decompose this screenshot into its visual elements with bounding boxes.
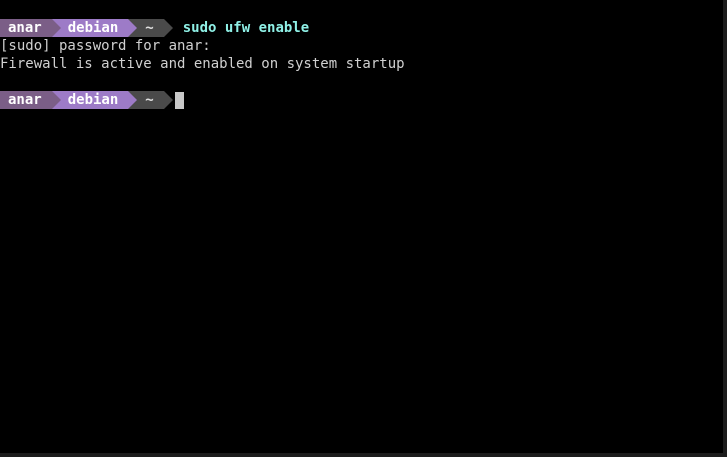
text-cursor[interactable]	[174, 91, 184, 109]
prompt-line-2: anar debian ~	[0, 91, 184, 109]
prompt-host-segment: debian	[51, 91, 137, 109]
command-text: sudo ufw enable	[182, 20, 310, 36]
prompt-host-segment: debian	[51, 19, 137, 37]
prompt-user-segment: anar	[0, 91, 61, 109]
terminal-window[interactable]: anar debian ~ sudo ufw enable [sudo] pas…	[0, 0, 723, 453]
window-right-edge	[723, 0, 727, 457]
window-bottom-edge	[0, 453, 727, 457]
output-line-1: [sudo] password for anar:	[0, 38, 211, 54]
prompt-line-1: anar debian ~ sudo ufw enable	[0, 19, 309, 37]
output-line-2: Firewall is active and enabled on system…	[0, 56, 405, 72]
prompt-user-segment: anar	[0, 19, 61, 37]
